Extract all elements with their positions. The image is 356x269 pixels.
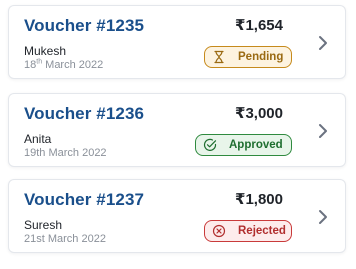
voucher-amount: ₹3,000 — [235, 105, 283, 122]
check-circle-icon — [203, 138, 217, 152]
voucher-id: Voucher #1237 — [24, 190, 145, 209]
voucher-card-1236[interactable]: Voucher #1236 ₹3,000 Anita 19th March 20… — [8, 93, 346, 167]
status-badge-approved: Approved — [195, 134, 292, 156]
chevron-right-icon[interactable] — [317, 123, 329, 139]
status-label: Pending — [238, 51, 284, 63]
status-badge-rejected: Rejected — [204, 220, 292, 242]
voucher-id: Voucher #1235 — [24, 16, 145, 35]
voucher-id: Voucher #1236 — [24, 104, 145, 123]
voucher-date: 21st March 2022 — [24, 233, 106, 245]
voucher-card-1237[interactable]: Voucher #1237 ₹1,800 Suresh 21st March 2… — [8, 179, 346, 253]
voucher-amount: ₹1,800 — [235, 191, 283, 208]
status-label: Approved — [229, 139, 283, 151]
voucher-date: 18th March 2022 — [24, 58, 104, 71]
chevron-right-icon[interactable] — [317, 35, 329, 51]
date-day: 18 — [24, 59, 37, 71]
chevron-right-icon[interactable] — [317, 209, 329, 225]
voucher-amount: ₹1,654 — [235, 17, 283, 34]
hourglass-icon — [212, 50, 226, 64]
voucher-name: Anita — [24, 132, 52, 146]
voucher-date: 19th March 2022 — [24, 147, 107, 159]
voucher-name: Mukesh — [24, 44, 67, 58]
voucher-card-1235[interactable]: Voucher #1235 ₹1,654 Mukesh 18th March 2… — [8, 5, 346, 79]
voucher-name: Suresh — [24, 218, 63, 232]
status-badge-pending: Pending — [204, 46, 292, 68]
status-label: Rejected — [238, 225, 286, 237]
voucher-list: Voucher #1235 ₹1,654 Mukesh 18th March 2… — [0, 0, 356, 269]
x-circle-icon — [212, 224, 226, 238]
date-rest: March 2022 — [42, 59, 104, 71]
